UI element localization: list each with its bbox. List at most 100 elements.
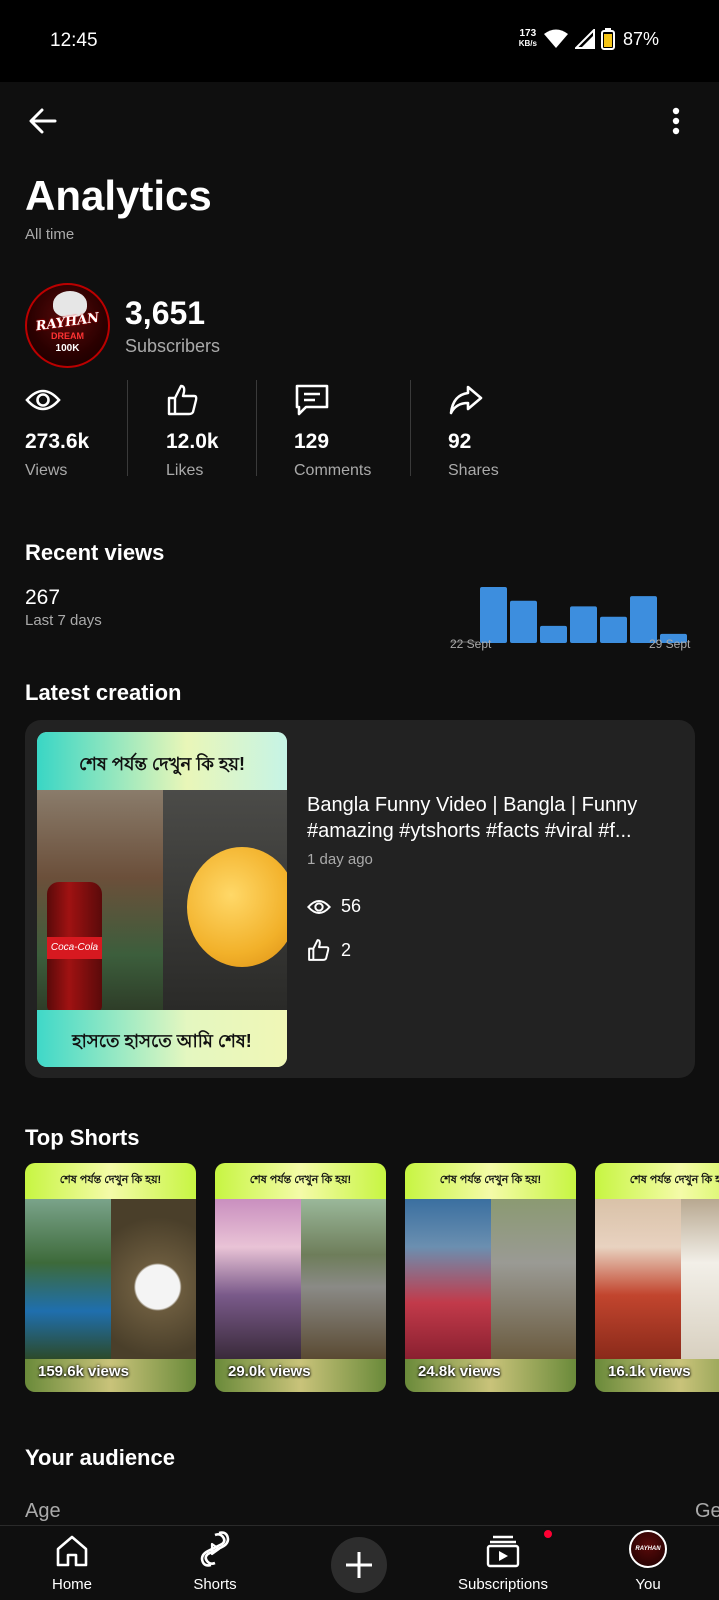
latest-creation-title: Latest creation <box>25 680 182 705</box>
net-speed-value: 173 <box>519 28 537 39</box>
nav-you-label: You <box>635 1576 661 1593</box>
status-bar: 12:45 173 KB/s 87% <box>0 0 719 82</box>
battery-icon <box>600 28 615 50</box>
thumbnail-mango <box>187 847 287 967</box>
chart-bar <box>510 600 537 643</box>
stat-likes: 12.0k Likes <box>166 380 219 479</box>
stat-comments: 129 Comments <box>294 380 371 479</box>
nav-subscriptions-label: Subscriptions <box>457 1576 549 1593</box>
bottom-navigation: Home Shorts Subscriptions RAYHAN You <box>0 1525 719 1600</box>
recent-views-value: 267 <box>25 586 61 609</box>
stat-views-label: Views <box>25 462 68 479</box>
latest-video-likes-value: 2 <box>341 939 352 960</box>
chart-bar <box>570 606 597 643</box>
channel-summary: RAYHAN DREAM 100K 3,651 Subscribers <box>25 283 220 368</box>
home-icon <box>56 1535 88 1567</box>
stat-views: 273.6k Views <box>25 380 89 479</box>
latest-video-card[interactable]: শেষ পর্যন্ত দেখুন কি হয়! Coca-Cola হাসত… <box>25 720 695 1078</box>
more-options-button[interactable] <box>655 100 697 142</box>
short-thumbnail-right <box>681 1199 719 1359</box>
notification-dot <box>542 1528 554 1540</box>
short-top-band: শেষ পর্যন্ত দেখুন কি হয়! <box>25 1163 196 1199</box>
battery-percent: 87% <box>622 28 659 49</box>
share-icon <box>449 385 483 415</box>
eye-icon <box>25 389 61 411</box>
short-card[interactable]: শেষ পর্যন্ত দেখুন কি হয়! 16.1k views <box>595 1163 719 1392</box>
nav-home[interactable]: Home <box>42 1526 102 1600</box>
short-top-band: শেষ পর্যন্ত দেখুন কি হয়! <box>405 1163 576 1199</box>
chart-start-label: 22 Sept <box>450 637 492 651</box>
short-band-text: শেষ পর্যন্ত দেখুন কি হয়! <box>59 1174 162 1186</box>
nav-shorts[interactable]: Shorts <box>180 1526 250 1600</box>
wifi-icon <box>543 29 568 48</box>
net-speed: 173 KB/s <box>519 29 537 49</box>
nav-you[interactable]: RAYHAN You <box>618 1526 678 1600</box>
short-top-band: শেষ পর্যন্ত দেখুন কি হয়! <box>595 1163 719 1199</box>
short-thumbnail-left <box>595 1199 681 1359</box>
plus-icon <box>346 1552 372 1578</box>
short-thumbnail-left <box>25 1199 111 1359</box>
nav-shorts-label: Shorts <box>193 1576 237 1593</box>
thumbs-up-icon <box>308 939 330 961</box>
channel-avatar[interactable]: RAYHAN DREAM 100K <box>25 283 110 368</box>
stat-divider <box>410 380 411 476</box>
bottle-label: Coca-Cola <box>47 937 102 959</box>
stat-divider <box>256 380 257 476</box>
short-views: 24.8k views <box>418 1363 501 1380</box>
cell-signal-icon <box>574 29 595 49</box>
short-thumbnail-left <box>215 1199 301 1359</box>
page-subtitle: All time <box>25 226 75 243</box>
latest-video-title-line2: #amazing #ytshorts #facts #viral #f... <box>307 820 632 842</box>
audience-gender-label: Ge <box>695 1500 719 1522</box>
subscriber-label: Subscribers <box>125 335 221 356</box>
latest-video-title[interactable]: Bangla Funny Video | Bangla | Funny #ama… <box>307 792 667 844</box>
stat-shares-label: Shares <box>448 462 499 479</box>
subscriber-number: 3,651 <box>125 294 206 331</box>
stat-likes-value: 12.0k <box>166 430 219 453</box>
top-bar <box>0 82 719 162</box>
short-thumbnail-left <box>405 1199 491 1359</box>
avatar-text-2: DREAM <box>51 331 84 341</box>
short-top-band: শেষ পর্যন্ত দেখুন কি হয়! <box>215 1163 386 1199</box>
stat-comments-label: Comments <box>294 462 372 479</box>
short-card[interactable]: শেষ পর্যন্ত দেখুন কি হয়! 159.6k views <box>25 1163 196 1392</box>
net-speed-unit: KB/s <box>518 39 537 48</box>
short-card[interactable]: শেষ পর্যন্ত দেখুন কি হয়! 29.0k views <box>215 1163 386 1392</box>
latest-video-views: 56 <box>307 896 361 917</box>
nav-home-label: Home <box>51 1576 92 1593</box>
top-shorts-carousel[interactable]: শেষ পর্যন্ত দেখুন কি হয়! 159.6k views শ… <box>25 1163 719 1393</box>
chart-bar <box>480 587 507 643</box>
short-views: 29.0k views <box>228 1363 311 1380</box>
chart-bar <box>540 625 567 643</box>
stat-shares-value: 92 <box>448 430 472 453</box>
short-thumbnail-right <box>301 1199 386 1359</box>
nav-subscriptions[interactable]: Subscriptions <box>447 1526 559 1600</box>
thumbnail-top-band: শেষ পর্যন্ত দেখুন কি হয়! <box>37 732 287 790</box>
stats-row: 273.6k Views 12.0k Likes 129 Comments 92… <box>0 380 719 480</box>
recent-views-period: Last 7 days <box>25 612 102 629</box>
status-time: 12:45 <box>50 30 98 51</box>
latest-video-views-value: 56 <box>341 896 362 916</box>
short-thumbnail-right <box>111 1199 196 1359</box>
short-band-text: শেষ পর্যন্ত দেখুন কি হয়! <box>439 1174 542 1186</box>
stat-comments-value: 129 <box>294 430 330 453</box>
audience-title: Your audience <box>25 1445 175 1470</box>
short-band-text: শেষ পর্যন্ত দেখুন কি হয়! <box>629 1174 719 1186</box>
latest-video-thumbnail[interactable]: শেষ পর্যন্ত দেখুন কি হয়! Coca-Cola হাসত… <box>37 732 287 1067</box>
create-button[interactable] <box>331 1537 387 1593</box>
back-arrow-icon <box>29 108 57 134</box>
short-views: 159.6k views <box>38 1363 129 1380</box>
more-vertical-icon <box>672 107 680 135</box>
back-button[interactable] <box>22 100 64 142</box>
short-card[interactable]: শেষ পর্যন্ত দেখুন কি হয়! 24.8k views <box>405 1163 576 1392</box>
status-icons: 173 KB/s 87% <box>519 28 659 50</box>
thumbnail-bottle: Coca-Cola <box>47 882 102 1012</box>
stat-shares: 92 Shares <box>448 380 499 479</box>
short-band-text: শেষ পর্যন্ত দেখুন কি হয়! <box>249 1174 352 1186</box>
short-views: 16.1k views <box>608 1363 691 1380</box>
comment-icon <box>295 384 329 416</box>
audience-age-label: Age <box>25 1500 61 1522</box>
page-title: Analytics <box>25 172 212 219</box>
thumbnail-top-text: শেষ পর্যন্ত দেখুন কি হয়! <box>79 754 245 774</box>
thumbnail-bottom-text: হাসতে হাসতে আমি শেষ! <box>72 1031 252 1051</box>
